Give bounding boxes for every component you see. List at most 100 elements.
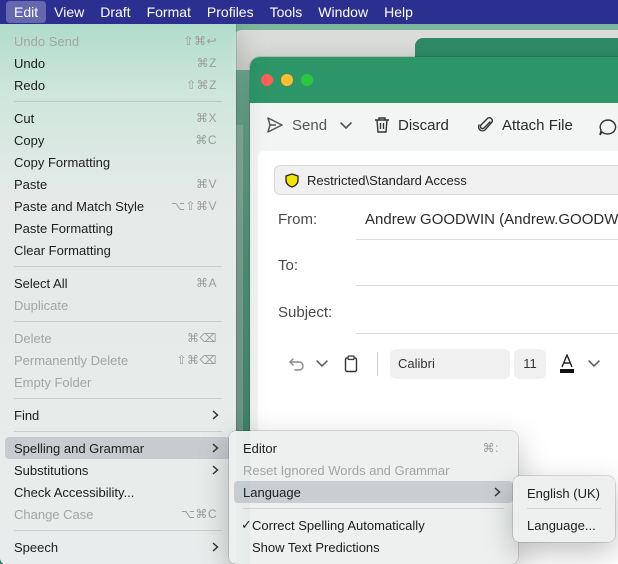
attach-file-button[interactable]: Attach File	[478, 116, 573, 134]
chevron-right-icon	[494, 487, 501, 497]
menu-item-label: Delete	[14, 330, 52, 346]
shortcut-label: ⌘⌫	[187, 331, 217, 345]
menu-item-select-all[interactable]: Select All ⌘A	[5, 272, 231, 294]
subject-field[interactable]	[356, 333, 618, 334]
menu-item-label: Spelling and Grammar	[14, 440, 145, 456]
menu-item-reset-ignored-words: Reset Ignored Words and Grammar	[234, 459, 513, 481]
font-color-icon[interactable]	[559, 354, 575, 374]
menu-item-correct-spelling-automatically[interactable]: ✓ Correct Spelling Automatically	[234, 514, 513, 536]
menu-item-clear-formatting[interactable]: Clear Formatting	[5, 239, 231, 261]
menu-item-label: Language	[243, 484, 301, 500]
menu-item-undo[interactable]: Undo ⌘Z	[5, 52, 231, 74]
shortcut-label: ⌘Z	[196, 56, 217, 70]
menu-item-label: Empty Folder	[14, 374, 92, 390]
menu-format[interactable]: Format	[139, 1, 199, 23]
shortcut-label: ⌥⇧⌘V	[171, 199, 217, 213]
menu-item-paste[interactable]: Paste ⌘V	[5, 173, 231, 195]
formatting-toolbar: Calibri 11	[258, 349, 618, 379]
menu-item-spelling-and-grammar[interactable]: Spelling and Grammar	[5, 437, 231, 459]
shortcut-label: ⇧⌘Z	[186, 78, 217, 92]
menu-separator	[14, 431, 222, 432]
shield-icon	[285, 172, 299, 188]
menu-bar: Edit View Draft Format Profiles Tools Wi…	[0, 0, 618, 24]
menu-item-label: Speech	[14, 539, 59, 555]
menu-item-label: Correct Spelling Automatically	[252, 517, 425, 533]
menu-draft[interactable]: Draft	[92, 1, 138, 23]
menu-item-substitutions[interactable]: Substitutions	[5, 459, 231, 481]
menu-help[interactable]: Help	[376, 1, 421, 23]
edit-menu: Undo Send ⇧⌘↩ Undo ⌘Z Redo ⇧⌘Z Cut ⌘X Co…	[0, 24, 236, 564]
menu-item-label: Undo Send	[14, 33, 80, 49]
menu-item-cut[interactable]: Cut ⌘X	[5, 107, 231, 129]
menu-item-label: Show Text Predictions	[252, 539, 380, 555]
chevron-right-icon	[212, 410, 219, 420]
spelling-grammar-submenu: Editor ⌘: Reset Ignored Words and Gramma…	[229, 431, 518, 564]
shortcut-label: ⇧⌘⌫	[176, 353, 217, 367]
menu-view[interactable]: View	[46, 1, 92, 23]
from-label: From:	[278, 211, 318, 228]
undo-icon[interactable]	[288, 355, 306, 373]
menu-item-label: Copy	[14, 132, 45, 148]
clipboard-icon[interactable]	[344, 355, 358, 373]
menu-item-find[interactable]: Find	[5, 404, 231, 426]
menu-item-delete: Delete ⌘⌫	[5, 327, 231, 349]
toolbar-divider	[377, 352, 378, 376]
menu-item-paste-formatting[interactable]: Paste Formatting	[5, 217, 231, 239]
shortcut-label: ⌥⌘C	[181, 507, 217, 521]
font-color-chevron-down-icon[interactable]	[588, 360, 600, 368]
menu-item-copy[interactable]: Copy ⌘C	[5, 129, 231, 151]
menu-window[interactable]: Window	[310, 1, 376, 23]
menu-profiles[interactable]: Profiles	[199, 1, 262, 23]
discard-button[interactable]: Discard	[374, 116, 449, 134]
subject-label: Subject:	[278, 304, 333, 321]
menu-separator	[243, 508, 504, 509]
menu-item-check-accessibility[interactable]: Check Accessibility...	[5, 481, 231, 503]
menu-item-editor[interactable]: Editor ⌘:	[234, 437, 513, 459]
sensitivity-label-bar[interactable]: Restricted\Standard Access	[274, 165, 618, 195]
menu-item-label: Change Case	[14, 506, 94, 522]
menu-item-label: Paste	[14, 176, 48, 192]
menu-item-copy-formatting[interactable]: Copy Formatting	[5, 151, 231, 173]
menu-separator	[14, 530, 222, 531]
menu-separator	[14, 321, 222, 322]
menu-separator	[527, 508, 601, 509]
paperclip-icon	[478, 117, 493, 132]
send-button[interactable]: Send	[266, 116, 327, 134]
zoom-window-button[interactable]	[301, 74, 313, 86]
close-window-button[interactable]	[261, 74, 273, 86]
undo-options-chevron-down-icon[interactable]	[316, 360, 328, 368]
discard-label: Discard	[398, 116, 449, 134]
chat-bubble-icon[interactable]	[598, 118, 618, 136]
menu-item-paste-and-match-style[interactable]: Paste and Match Style ⌥⇧⌘V	[5, 195, 231, 217]
menu-edit[interactable]: Edit	[6, 1, 47, 23]
to-field[interactable]	[356, 285, 618, 286]
menu-item-language[interactable]: Language	[234, 481, 513, 503]
send-label: Send	[292, 116, 328, 134]
menu-item-language-more[interactable]: Language...	[518, 514, 610, 536]
font-family-select[interactable]: Calibri	[390, 349, 510, 379]
menu-item-redo[interactable]: Redo ⇧⌘Z	[5, 74, 231, 96]
menu-item-english-uk[interactable]: English (UK)	[518, 482, 610, 504]
from-field[interactable]: Andrew GOODWIN (Andrew.GOODWI	[365, 211, 618, 228]
from-divider	[356, 239, 618, 240]
font-size-select[interactable]: 11	[514, 349, 546, 379]
menu-item-label: Undo	[14, 55, 46, 71]
menu-item-label: English (UK)	[527, 485, 600, 501]
menu-item-label: Check Accessibility...	[14, 484, 135, 500]
menu-separator	[14, 266, 222, 267]
menu-item-show-text-predictions[interactable]: Show Text Predictions	[234, 536, 513, 558]
menu-separator	[14, 398, 222, 399]
chevron-right-icon	[212, 465, 219, 475]
menu-item-label: Paste and Match Style	[14, 198, 145, 214]
menu-item-speech[interactable]: Speech	[5, 536, 231, 558]
shortcut-label: ⇧⌘↩	[183, 34, 217, 48]
minimize-window-button[interactable]	[281, 74, 293, 86]
menu-item-label: Duplicate	[14, 297, 69, 313]
menu-item-label: Language...	[527, 517, 596, 533]
shortcut-label: ⌘V	[195, 177, 217, 191]
send-options-chevron-down-icon[interactable]	[339, 121, 353, 131]
menu-item-label: Cut	[14, 110, 35, 126]
shortcut-label: ⌘:	[482, 441, 499, 455]
menu-tools[interactable]: Tools	[262, 1, 311, 23]
sensitivity-label: Restricted\Standard Access	[307, 172, 467, 188]
